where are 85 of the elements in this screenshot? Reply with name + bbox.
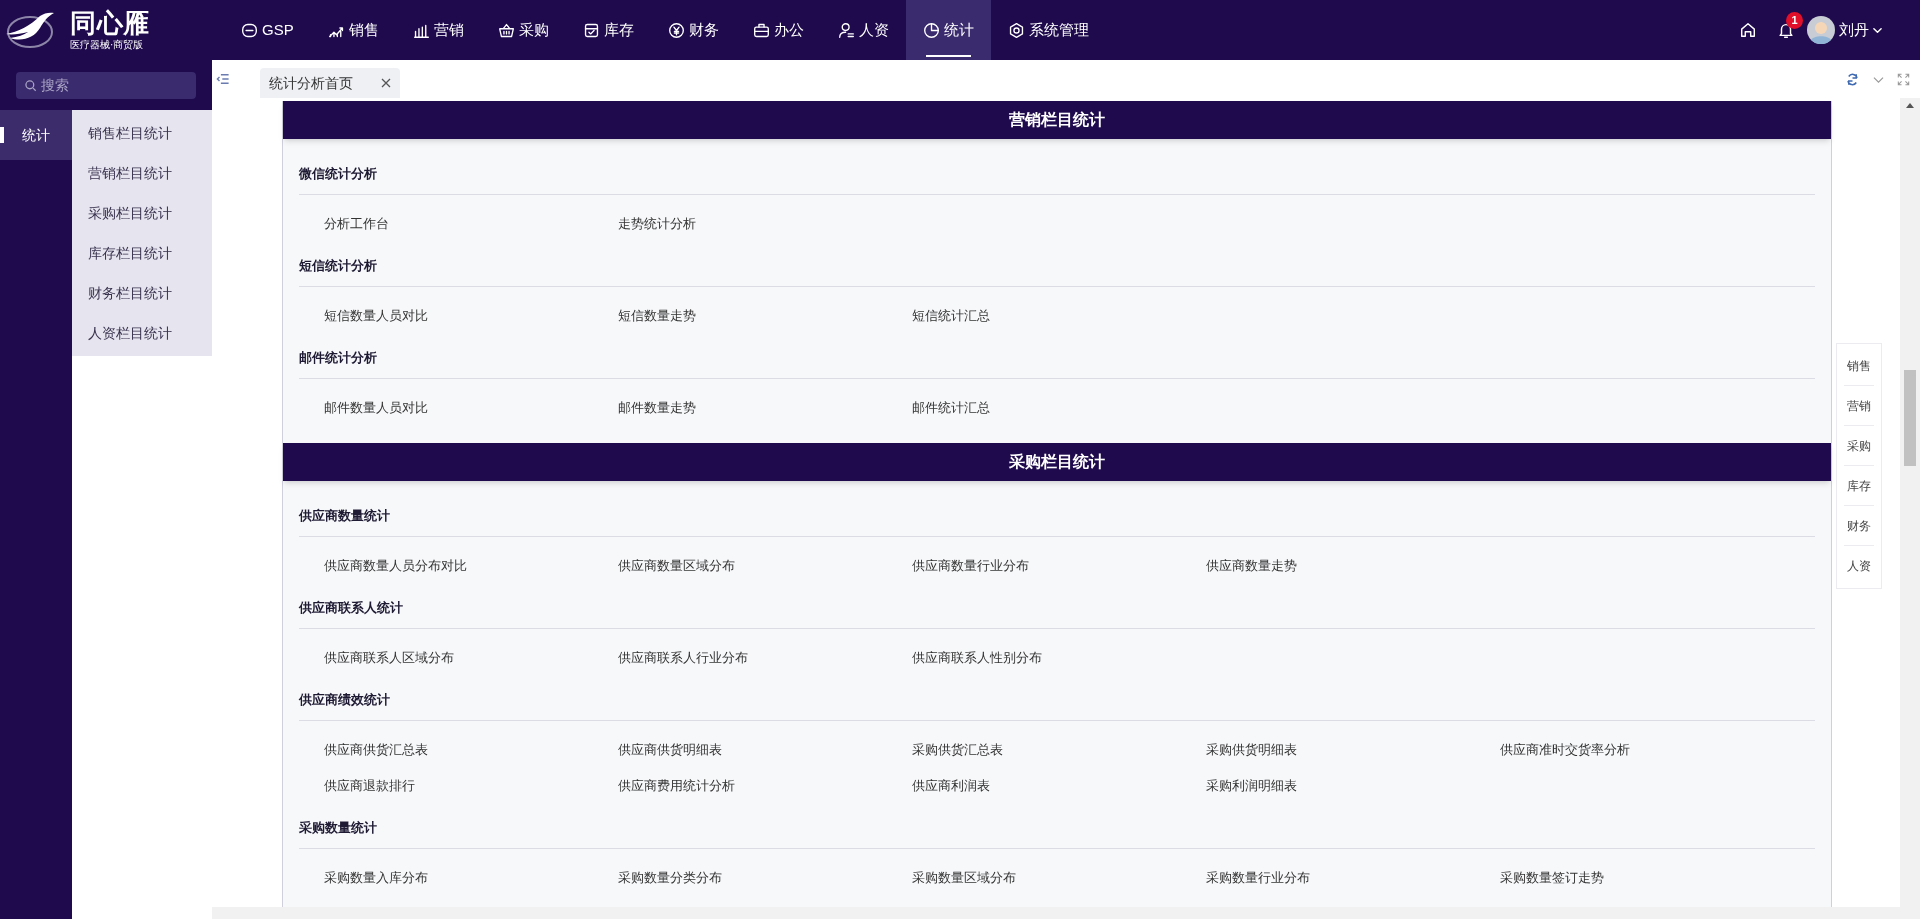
submenu-item[interactable]: 销售栏目统计 [72,113,212,153]
scrollbar-thumb[interactable] [1904,370,1916,466]
report-link[interactable]: 采购数量入库分布 [324,870,428,885]
basket-icon [497,21,515,39]
settings-icon [1007,21,1025,39]
nav-tab[interactable]: 库存 [565,0,651,60]
logo-subtitle: 医疗器械·商贸版 [70,40,145,50]
nav-tab[interactable]: 系统管理 [990,0,1106,60]
report-link[interactable]: 采购数量签订走势 [1500,870,1604,885]
checklist-icon [582,21,600,39]
notification-badge: 1 [1786,12,1803,29]
report-link[interactable]: 供应商数量行业分布 [912,558,1029,573]
report-link[interactable]: 邮件数量走势 [618,400,696,415]
sidebar-item[interactable]: 统计 [0,110,72,160]
logo-title: 同心雁 [70,10,150,36]
report-link[interactable]: 采购数量区域分布 [912,870,1016,885]
vertical-scrollbar[interactable] [1900,98,1920,907]
report-link[interactable]: 供应商供货汇总表 [324,742,428,757]
section-header: 采购栏目统计 [283,443,1831,481]
group-heading: 微信统计分析 [299,166,377,181]
group-heading: 邮件统计分析 [299,350,377,365]
report-link[interactable]: 供应商利润表 [912,778,990,793]
avatar-icon[interactable] [1807,16,1835,44]
report-link[interactable]: 供应商准时交货率分析 [1500,742,1630,757]
close-icon[interactable] [381,78,391,88]
report-link[interactable]: 供应商费用统计分析 [618,778,735,793]
briefcase-icon [752,21,770,39]
report-link[interactable]: 短信统计汇总 [912,308,990,323]
collapse-menu-icon[interactable] [216,72,230,86]
report-link[interactable]: 短信数量人员对比 [324,308,428,323]
report-link[interactable]: 供应商数量人员分布对比 [324,558,467,573]
quick-nav-item[interactable]: 采购 [1844,426,1874,466]
section-header: 营销栏目统计 [283,101,1831,139]
report-link[interactable]: 短信数量走势 [618,308,696,323]
report-link[interactable]: 采购数量行业分布 [1206,870,1310,885]
report-link[interactable]: 供应商数量走势 [1206,558,1297,573]
pie-chart-icon [922,21,940,39]
refresh-icon[interactable] [1845,71,1860,87]
submenu-item[interactable]: 人资栏目统计 [72,313,212,353]
report-link[interactable]: 邮件数量人员对比 [324,400,428,415]
group-heading: 供应商数量统计 [299,508,390,523]
scroll-up-icon[interactable] [1906,102,1914,108]
report-link[interactable]: 供应商数量区域分布 [618,558,735,573]
quick-nav-item[interactable]: 库存 [1844,466,1874,506]
submenu-item[interactable]: 库存栏目统计 [72,233,212,273]
report-link[interactable]: 采购利润明细表 [1206,778,1297,793]
report-link[interactable]: 供应商联系人行业分布 [618,650,748,665]
group-heading: 供应商绩效统计 [299,692,390,707]
nav-tab[interactable]: 统计 [905,0,991,60]
badge-icon [241,21,258,39]
report-link[interactable]: 分析工作台 [324,216,389,231]
submenu-item[interactable]: 营销栏目统计 [72,153,212,193]
nav-tab[interactable]: 销售 [310,0,396,60]
report-link[interactable]: 供应商联系人性别分布 [912,650,1042,665]
submenu-item[interactable]: 采购栏目统计 [72,193,212,233]
nav-tab[interactable]: 采购 [480,0,566,60]
person-icon [837,21,855,39]
report-link[interactable]: 走势统计分析 [618,216,696,231]
fullscreen-icon[interactable] [1897,72,1910,86]
submenu-item[interactable]: 财务栏目统计 [72,273,212,313]
quick-nav-item[interactable]: 销售 [1844,346,1874,386]
report-link[interactable]: 采购供货明细表 [1206,742,1297,757]
page-tab[interactable]: 统计分析首页 [260,68,400,98]
group-heading: 短信统计分析 [299,258,377,273]
report-link[interactable]: 采购供货汇总表 [912,742,1003,757]
caret-icon[interactable] [1873,25,1882,35]
quick-nav-item[interactable]: 营销 [1844,386,1874,426]
report-link[interactable]: 供应商联系人区域分布 [324,650,454,665]
home-icon[interactable] [1739,21,1757,39]
report-link[interactable]: 采购数量分类分布 [618,870,722,885]
search-field[interactable]: 搜索 [16,71,196,99]
quick-nav-item[interactable]: 人资 [1844,546,1874,586]
group-heading: 供应商联系人统计 [299,600,403,615]
nav-tab[interactable]: 财务 [650,0,736,60]
report-link[interactable]: 供应商退款排行 [324,778,415,793]
nav-tab[interactable]: 办公 [735,0,821,60]
yen-icon [667,21,685,39]
report-link[interactable]: 供应商供货明细表 [618,742,722,757]
group-heading: 采购数量统计 [299,820,377,835]
quick-nav-item[interactable]: 财务 [1844,506,1874,546]
report-link[interactable]: 邮件统计汇总 [912,400,990,415]
nav-tab[interactable]: GSP [224,0,311,60]
nav-tab[interactable]: 人资 [820,0,906,60]
user-name[interactable]: 刘丹 [1839,18,1869,42]
nav-tab[interactable]: 营销 [395,0,481,60]
